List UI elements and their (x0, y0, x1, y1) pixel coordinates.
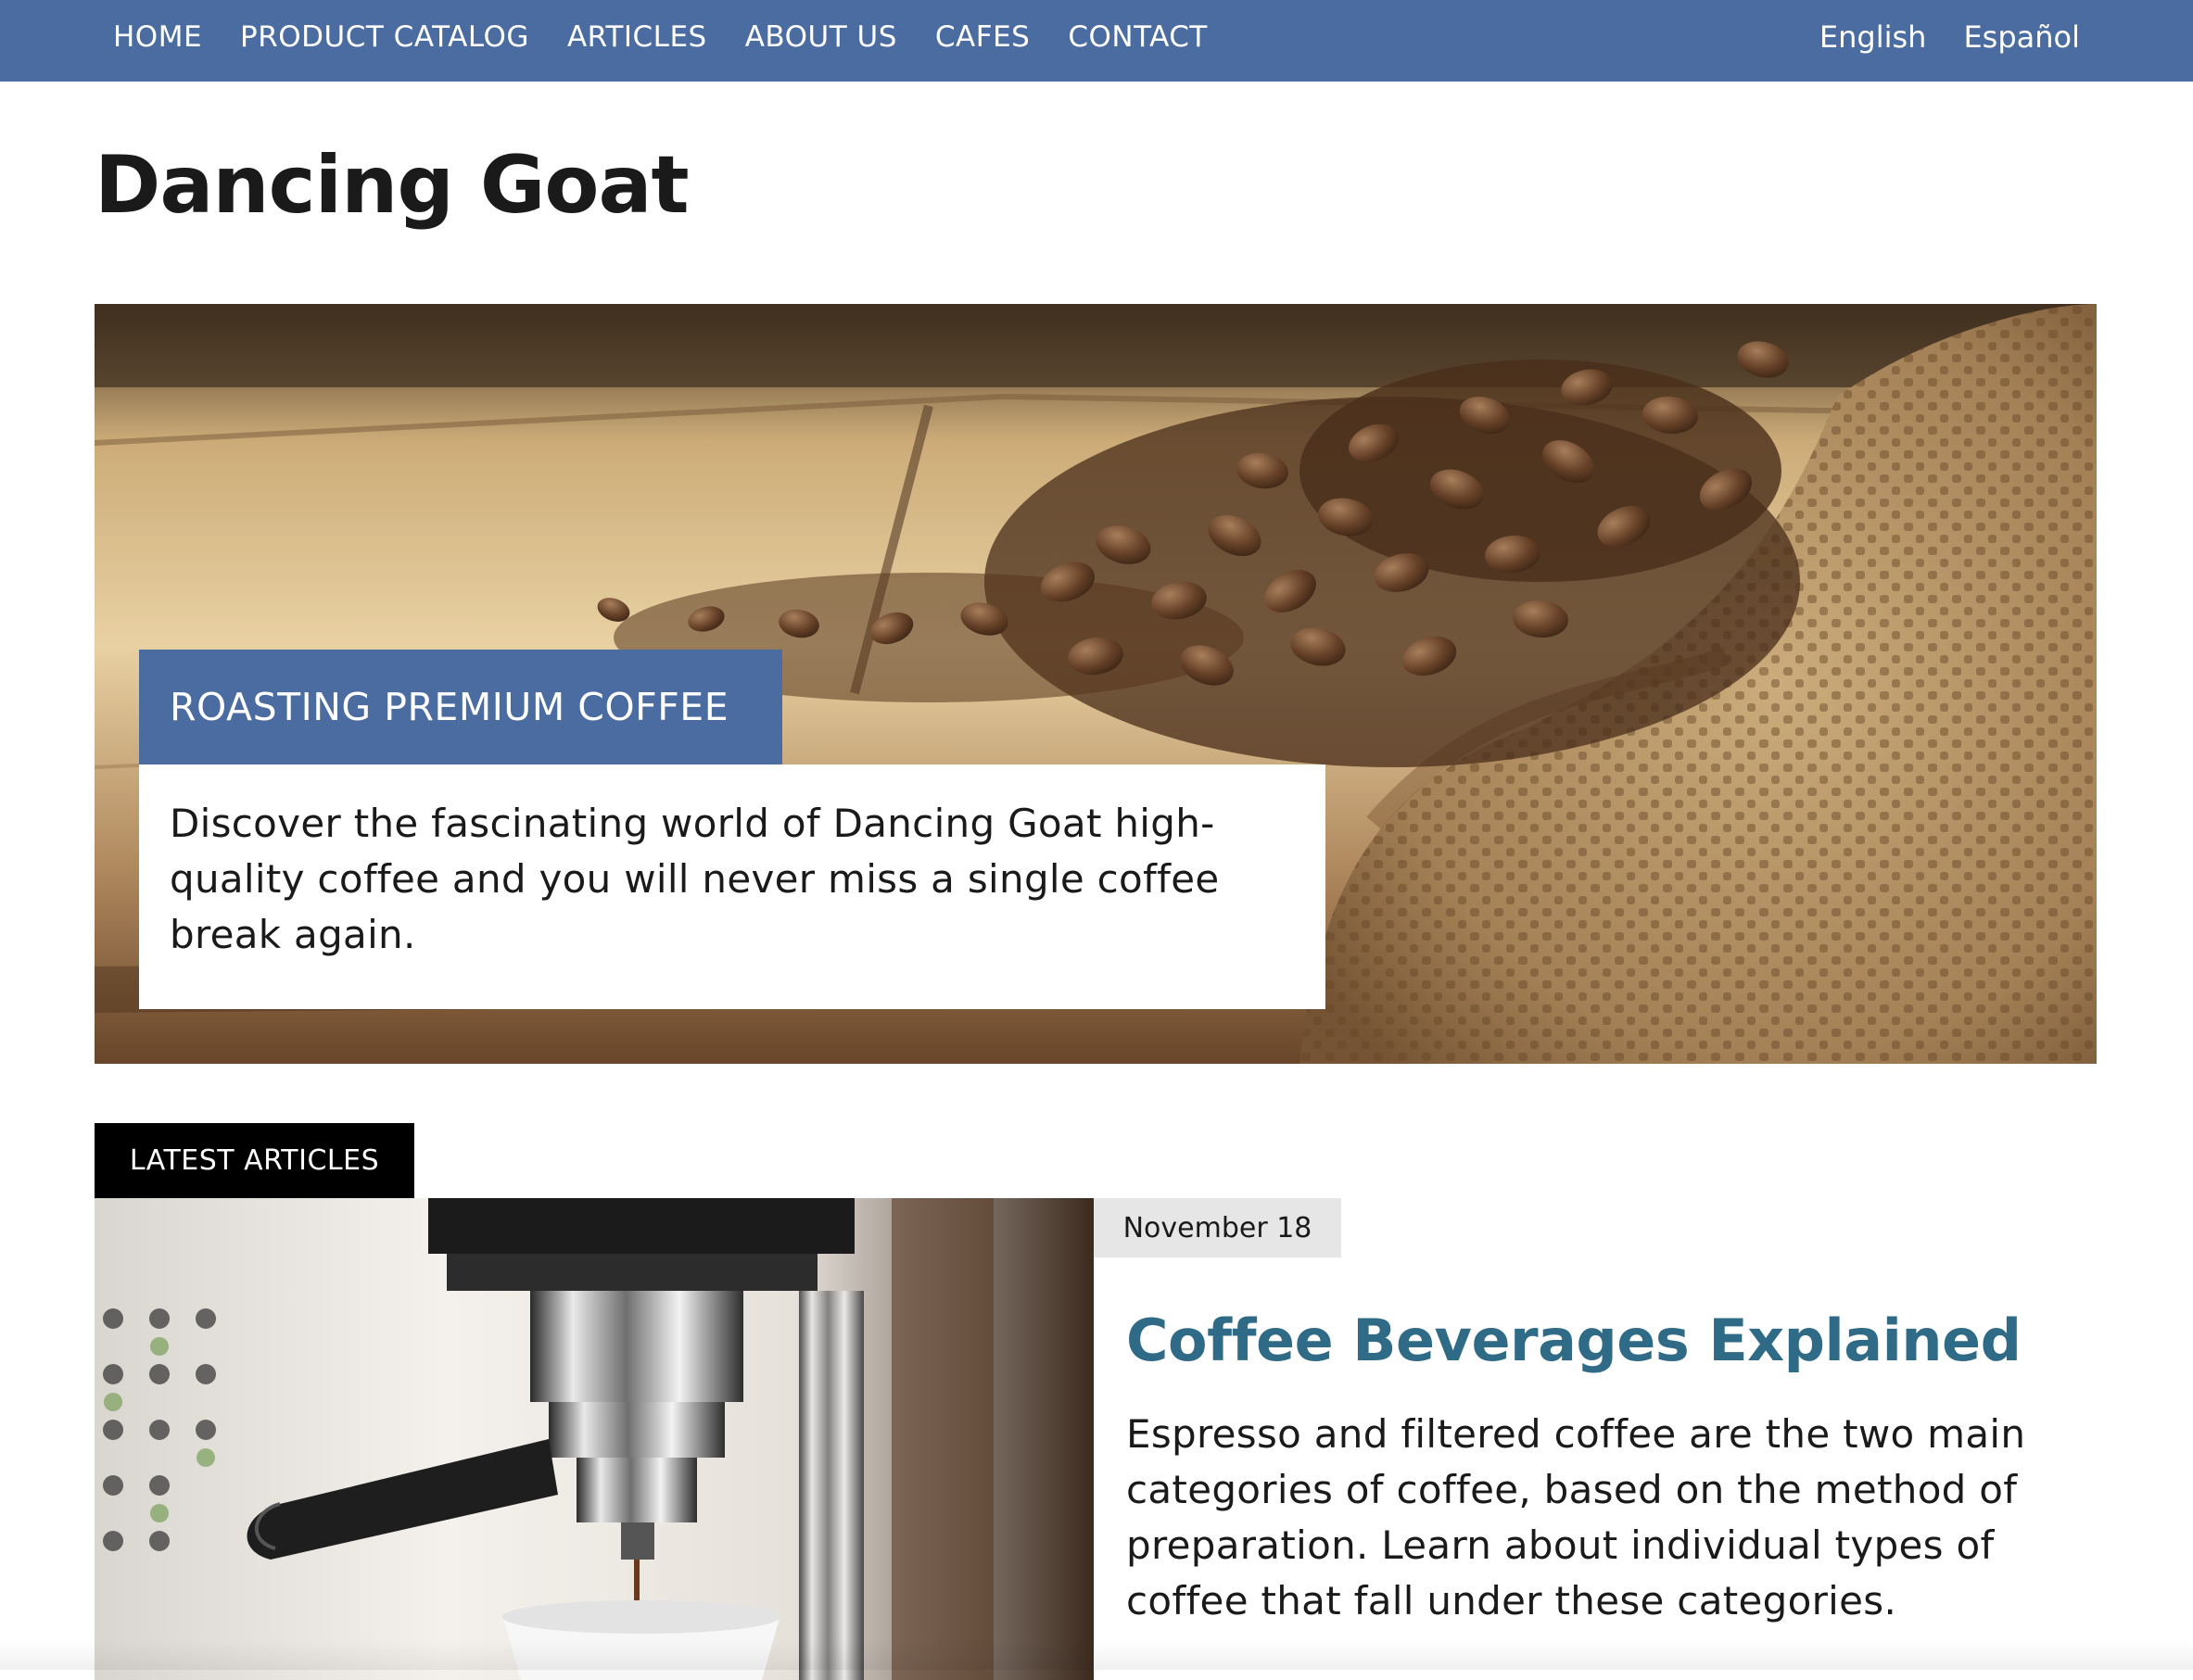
scroll-edge-shadow (0, 1640, 2193, 1670)
article-date: November 18 (1094, 1198, 1341, 1257)
article-title-link[interactable]: Coffee Beverages Explained (1126, 1307, 2022, 1374)
main-menu: HOME PRODUCT CATALOG ARTICLES ABOUT US C… (113, 0, 1246, 74)
article-image-link[interactable] (95, 1198, 1094, 1680)
language-spanish-link[interactable]: Español (1963, 19, 2080, 55)
hero-heading: ROASTING PREMIUM COFFEE (139, 650, 782, 764)
hero-banner[interactable]: ROASTING PREMIUM COFFEE Discover the fas… (95, 304, 2097, 1064)
language-switcher: English Español (1782, 0, 2080, 74)
article-summary: Espresso and filtered coffee are the two… (1126, 1411, 2026, 1623)
site-title: Dancing Goat (95, 139, 690, 232)
nav-item-home[interactable]: HOME (113, 20, 202, 54)
hero-description: Discover the fascinating world of Dancin… (139, 764, 1325, 1009)
espresso-machine-image (95, 1198, 1094, 1680)
nav-item-contact[interactable]: CONTACT (1068, 20, 1208, 54)
language-english-link[interactable]: English (1819, 19, 1927, 55)
nav-item-product-catalog[interactable]: PRODUCT CATALOG (240, 20, 529, 54)
nav-item-articles[interactable]: ARTICLES (567, 20, 707, 54)
nav-item-cafes[interactable]: CAFES (935, 20, 1030, 54)
latest-articles-label: LATEST ARTICLES (95, 1123, 414, 1198)
top-navigation: HOME PRODUCT CATALOG ARTICLES ABOUT US C… (0, 0, 2193, 82)
nav-item-about-us[interactable]: ABOUT US (745, 20, 897, 54)
